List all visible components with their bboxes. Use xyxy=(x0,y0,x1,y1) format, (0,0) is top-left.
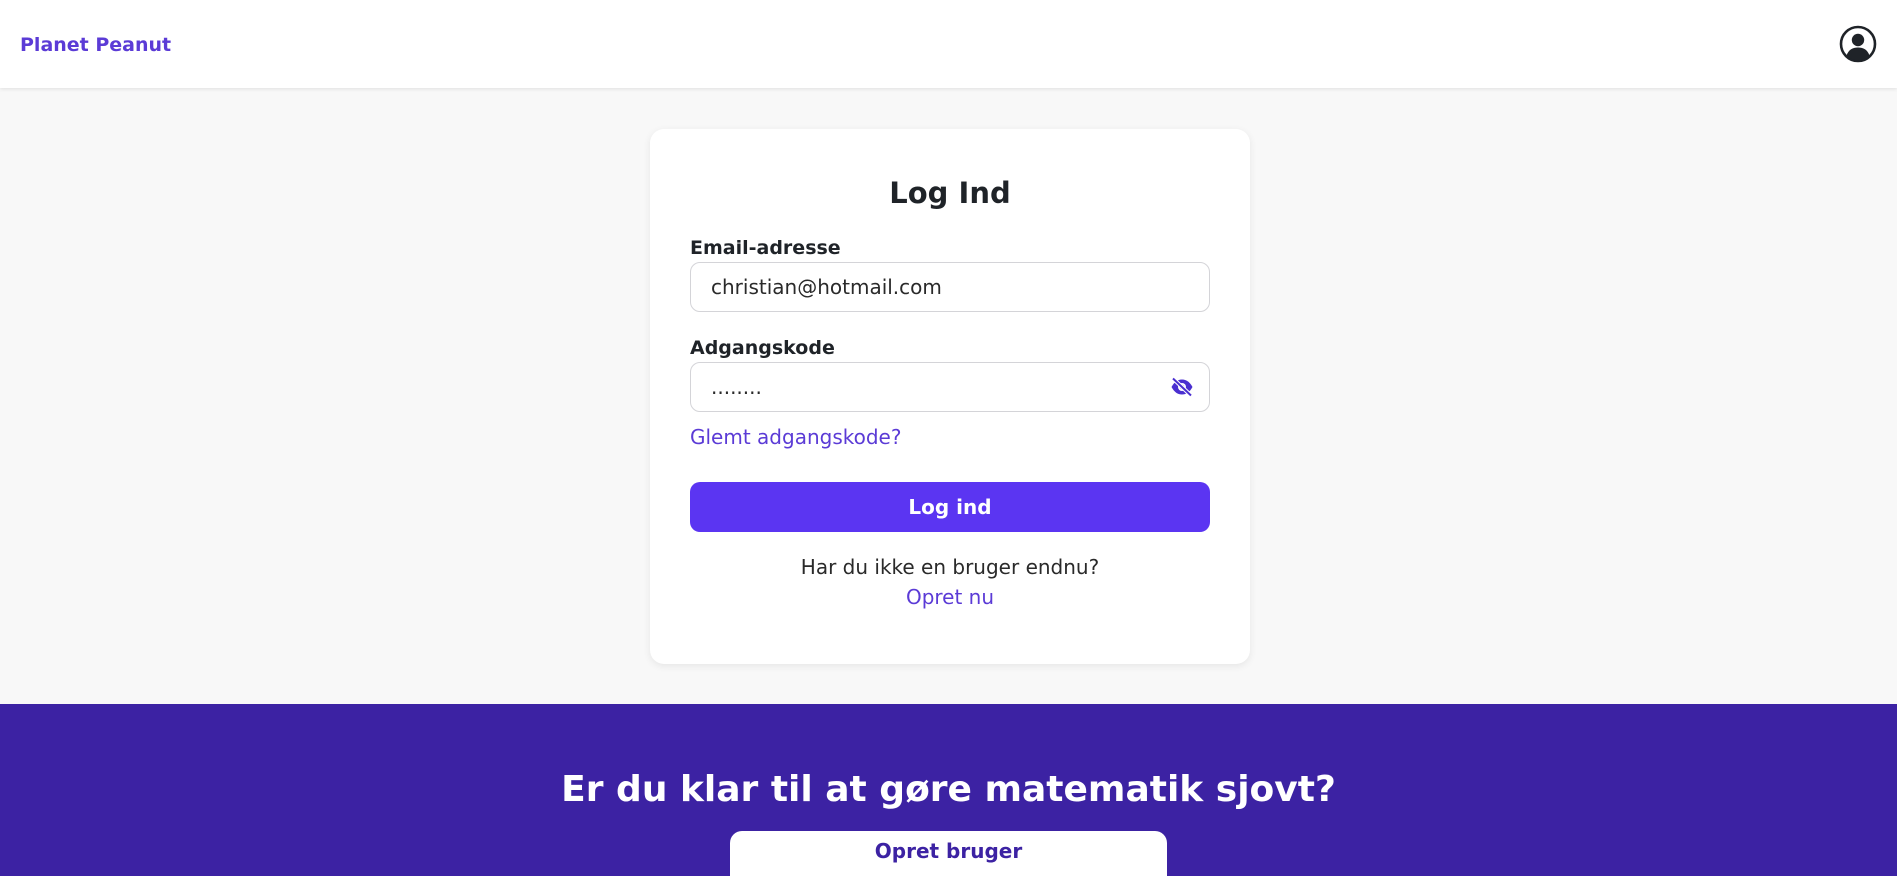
login-card: Log Ind Email-adresse Adgangskode Glemt … xyxy=(650,129,1250,664)
email-label: Email-adresse xyxy=(690,237,841,259)
login-title: Log Ind xyxy=(889,176,1011,210)
cta-banner: Er du klar til at gøre matematik sjovt? … xyxy=(0,704,1897,876)
cta-title: Er du klar til at gøre matematik sjovt? xyxy=(561,769,1336,810)
password-visibility-toggle[interactable] xyxy=(1170,376,1194,398)
signup-link-wrapper: Opret nu xyxy=(690,584,1210,610)
login-submit-button[interactable]: Log ind xyxy=(690,482,1210,532)
brand-logo-link[interactable]: Planet Peanut xyxy=(20,34,171,56)
top-header: Planet Peanut xyxy=(0,0,1897,88)
account-button[interactable] xyxy=(1838,24,1878,64)
forgot-password-link[interactable]: Glemt adgangskode? xyxy=(690,424,901,450)
password-field-wrapper xyxy=(690,362,1210,412)
user-circle-icon xyxy=(1839,25,1877,63)
create-account-button[interactable]: Opret bruger xyxy=(730,831,1167,876)
email-field-wrapper xyxy=(690,262,1210,312)
password-input[interactable] xyxy=(690,362,1210,412)
email-input[interactable] xyxy=(690,262,1210,312)
signup-now-link[interactable]: Opret nu xyxy=(906,585,994,609)
password-label: Adgangskode xyxy=(690,337,835,359)
signup-prompt-text: Har du ikke en bruger endnu? xyxy=(800,555,1100,579)
eye-slash-icon xyxy=(1171,377,1193,397)
